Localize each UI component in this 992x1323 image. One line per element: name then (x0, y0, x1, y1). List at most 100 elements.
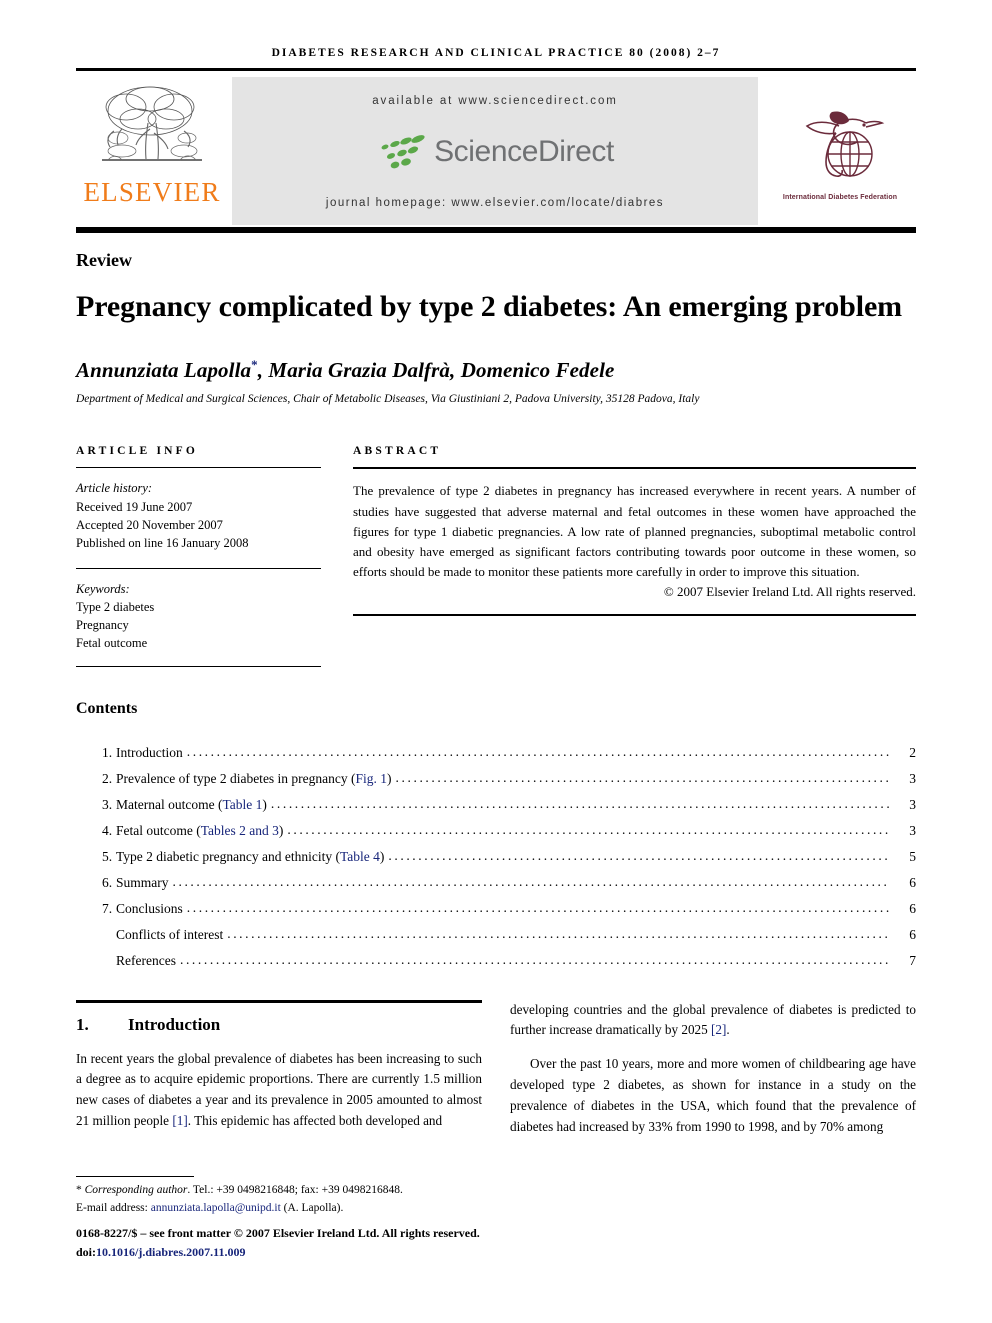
toc-page-number: 3 (909, 797, 916, 813)
email-note: E-mail address: annunziata.lapolla@unipd… (76, 1200, 482, 1217)
toc-dot-leader: ........................................… (287, 822, 890, 838)
article-info-rule-bottom (76, 666, 321, 668)
journal-homepage-text: journal homepage: www.elsevier.com/locat… (325, 197, 665, 209)
toc-entry-label: Fetal outcome (Tables 2 and 3) (116, 823, 284, 839)
article-info-rule-top (76, 467, 321, 469)
toc-entry-label: Maternal outcome (Table 1) (116, 797, 267, 813)
received-date: Received 19 June 2007 (76, 499, 193, 514)
abstract-label: Abstract (353, 445, 442, 458)
toc-entry-label-tail: ) (387, 771, 392, 787)
article-info-rule-bottom-wrap (76, 666, 321, 668)
column-gutter (321, 445, 353, 667)
toc-entry-label: Summary (116, 874, 169, 890)
elsevier-logo: ELSEVIER (76, 77, 228, 225)
sciencedirect-banner: available at www.sciencedirect.com Scien… (232, 77, 758, 225)
footnote-rule (76, 1176, 194, 1178)
toc-cross-reference[interactable]: Tables 2 and 3 (201, 823, 279, 838)
toc-dot-leader: ........................................… (388, 848, 890, 864)
article-history-label: Article history: (76, 481, 153, 496)
doi-line: doi:10.1016/j.diabres.2007.11.009 (76, 1243, 482, 1261)
citation-ref[interactable]: [2] (711, 1022, 726, 1037)
toc-page-number: 3 (909, 823, 916, 839)
keyword-item: Pregnancy (76, 618, 129, 633)
keyword-item: Fetal outcome (76, 636, 148, 651)
toc-entry-number: 7. (102, 900, 113, 916)
paragraph-text-tail: . (726, 1022, 730, 1038)
toc-entry-number: 4. (102, 823, 113, 839)
body-column-left: 1. Introduction In recent years the glob… (76, 999, 482, 1152)
author-names-rest: , Maria Grazia Dalfrà, Domenico Fedele (257, 358, 615, 383)
toc-dot-leader: ........................................… (270, 796, 890, 812)
toc-entry-label: Type 2 diabetic pregnancy and ethnicity … (116, 849, 385, 865)
abstract-rule-bottom (353, 614, 916, 617)
toc-entry[interactable]: 5. Type 2 diabetic pregnancy and ethnicit… (76, 844, 916, 870)
doi-prefix: doi: (76, 1245, 97, 1259)
article-body: 1. Introduction In recent years the glob… (76, 999, 916, 1152)
abstract-rule-top (353, 467, 916, 470)
section-number: 1. (76, 1014, 89, 1034)
page-title: Pregnancy complicated by type 2 diabetes… (76, 290, 903, 323)
author-list: Annunziata Lapolla*, Maria Grazia Dalfrà… (76, 357, 916, 383)
elsevier-wordmark: ELSEVIER (83, 177, 221, 207)
toc-dot-leader: ........................................… (395, 770, 890, 786)
paragraph: In recent years the global prevalence of… (76, 1049, 482, 1132)
footnote-block: * Corresponding author. Tel.: +39 049821… (76, 1176, 482, 1261)
toc-entry-label: Prevalence of type 2 diabetes in pregnan… (116, 771, 392, 787)
email-link[interactable]: annunziata.lapolla@unipd.it (151, 1202, 281, 1214)
toc-entry-label: Conflicts of interest (116, 926, 224, 942)
article-history: Article history: Received 19 June 2007 A… (76, 479, 321, 552)
corresponding-author-note: * Corresponding author. Tel.: +39 049821… (76, 1182, 482, 1199)
toc-entry[interactable]: Conflicts of interest...................… (76, 922, 916, 948)
toc-dot-leader: ........................................… (179, 951, 890, 967)
footnote-star-marker: * (76, 1184, 82, 1197)
toc-entry-number: 6. (102, 874, 113, 890)
body-gutter (482, 1000, 510, 1152)
issn-copyright-line: 0168-8227/$ – see front matter © 2007 El… (76, 1226, 480, 1240)
corresponding-author-label: Corresponding author (84, 1184, 188, 1197)
toc-entry-label: Conclusions (116, 900, 183, 916)
toc-entry[interactable]: 7. Conclusions...........................… (76, 896, 916, 922)
info-abstract-area: Article info Article history: Received 1… (76, 445, 916, 668)
sciencedirect-swoosh-icon (381, 135, 425, 169)
toc-entry[interactable]: 3. Maternal outcome (Table 1)............… (76, 792, 916, 818)
article-info-rule-mid (76, 567, 321, 569)
toc-dot-leader: ........................................… (172, 873, 891, 889)
author-names: Annunziata Lapolla (76, 358, 252, 383)
toc-cross-reference[interactable]: Fig. 1 (356, 771, 388, 786)
email-attribution: (A. Lapolla). (280, 1201, 344, 1214)
paragraph: Over the past 10 years, more and more wo… (510, 1056, 916, 1135)
published-date: Published on line 16 January 2008 (76, 535, 249, 550)
section-heading: 1. Introduction (76, 1015, 482, 1035)
email-label: E-mail address: (76, 1201, 151, 1214)
doi-link[interactable]: 10.1016/j.diabres.2007.11.009 (96, 1245, 245, 1259)
toc-entry[interactable]: 1. Introduction..........................… (76, 740, 916, 766)
toc-page-number: 5 (909, 849, 916, 865)
article-info-column: Article info Article history: Received 1… (76, 445, 321, 668)
corresponding-author-marker[interactable]: * (251, 357, 258, 372)
toc-entry[interactable]: References..............................… (76, 948, 916, 974)
header-rule (76, 68, 916, 71)
running-head: Diabetes research and clinical practice … (271, 47, 721, 59)
section-title: Introduction (128, 1014, 221, 1034)
keywords-block: Keywords: Type 2 diabetes Pregnancy Feta… (76, 580, 321, 653)
affiliation: Department of Medical and Surgical Scien… (76, 393, 700, 406)
toc-entry[interactable]: 6. Summary...............................… (76, 870, 916, 896)
toc-page-number: 2 (909, 745, 916, 761)
toc-entry[interactable]: 4. Fetal outcome (Tables 2 and 3)........… (76, 818, 916, 844)
idf-caption: International Diabetes Federation (782, 193, 898, 201)
toc-page-number: 6 (909, 926, 916, 942)
sciencedirect-logo: ScienceDirect (376, 132, 614, 172)
toc-dot-leader: ........................................… (227, 925, 890, 941)
toc-entry-label: References (116, 952, 176, 968)
toc-page-number: 6 (909, 874, 916, 890)
toc-cross-reference[interactable]: Table 4 (340, 849, 380, 864)
toc-entry[interactable]: 2. Prevalence of type 2 diabetes in pregn… (76, 766, 916, 792)
citation-ref[interactable]: [1] (172, 1113, 187, 1128)
toc-page-number: 7 (909, 952, 916, 968)
toc-entry-number: 2. (102, 771, 113, 787)
body-column-right: developing countries and the global prev… (510, 1000, 916, 1152)
idf-logo: International Diabetes Federation (764, 77, 916, 225)
masthead: ELSEVIER available at www.sciencedirect.… (76, 77, 916, 225)
toc-cross-reference[interactable]: Table 1 (222, 797, 262, 812)
contents-heading: Contents (76, 700, 138, 718)
